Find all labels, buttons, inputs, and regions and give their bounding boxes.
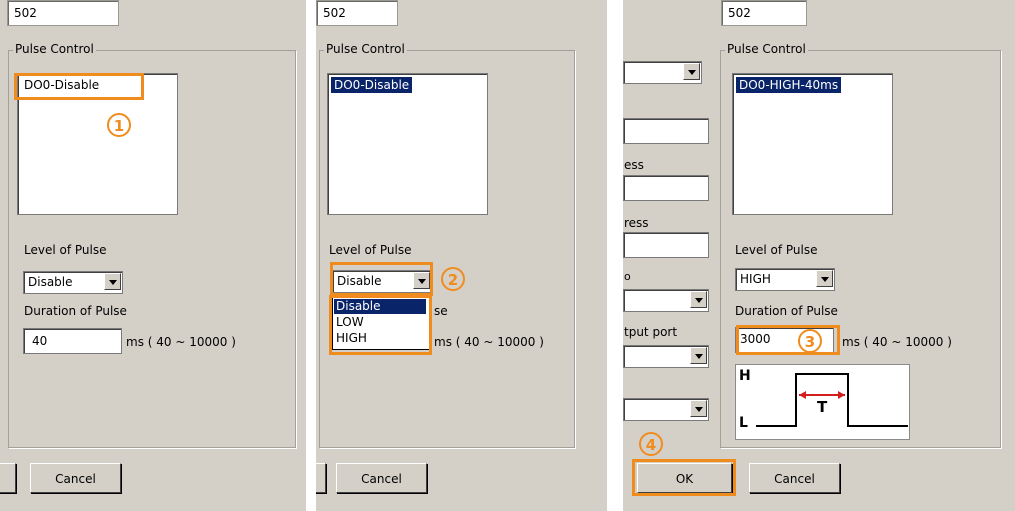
top-value-text: 502 (728, 6, 751, 20)
low-label: L (739, 415, 748, 431)
step-badge-1: 1 (107, 113, 131, 137)
partial-label-3: o (624, 270, 631, 283)
level-of-pulse-label: Level of Pulse (329, 243, 412, 257)
duration-range-text: ms ( 40 ~ 10000 ) (842, 335, 952, 349)
top-value-field[interactable]: 502 (7, 0, 119, 26)
arrow-head-right (838, 391, 845, 399)
chevron-down-icon[interactable] (690, 291, 707, 308)
level-select-value: HIGH (740, 272, 771, 286)
duration-input-value: 40 (32, 334, 48, 348)
duration-input[interactable]: 40 (23, 328, 122, 354)
partial-input-3[interactable] (623, 232, 709, 258)
partial-select-3[interactable] (623, 345, 709, 368)
chevron-down-icon[interactable] (683, 63, 700, 80)
waveform-line (756, 373, 908, 427)
hidden-label-fragment: se (434, 304, 448, 318)
step-badge-3: 3 (798, 329, 822, 353)
duration-range-text: ms ( 40 ~ 10000 ) (434, 335, 544, 349)
level-select-value: Disable (28, 275, 73, 289)
duration-of-pulse-label: Duration of Pulse (735, 304, 838, 318)
group-legend: Pulse Control (13, 42, 96, 56)
top-value-field[interactable]: 502 (721, 0, 807, 26)
top-value-text: 502 (14, 6, 37, 20)
level-of-pulse-label: Level of Pulse (24, 243, 107, 257)
dialog-panel-1: 502 Pulse Control DO0-Disable 1 Level of… (0, 0, 306, 511)
pulse-control-list[interactable]: DO0-HIGH-40ms (732, 73, 893, 215)
top-value-text: 502 (323, 6, 346, 20)
cancel-button[interactable]: Cancel (30, 463, 121, 493)
step-badge-4: 4 (639, 432, 663, 456)
group-legend: Pulse Control (324, 42, 407, 56)
cancel-button[interactable]: Cancel (336, 463, 427, 493)
pulse-control-list[interactable]: DO0-Disable (327, 73, 488, 215)
separator (607, 0, 623, 511)
period-label: T (817, 398, 828, 416)
dialog-panel-2: 502 Pulse Control DO0-Disable Level of P… (316, 0, 607, 511)
partial-label-4: tput port (624, 325, 678, 339)
highlight-box-duration (736, 325, 840, 355)
duration-of-pulse-label: Duration of Pulse (24, 304, 127, 318)
level-of-pulse-select[interactable]: Disable (23, 271, 123, 294)
arrow-head-left (799, 391, 806, 399)
cancel-button[interactable]: Cancel (749, 463, 840, 493)
partial-input-2[interactable] (623, 175, 709, 201)
high-label: H (739, 368, 751, 384)
highlight-box-list-item (14, 73, 144, 100)
partial-select-1[interactable] (623, 61, 702, 84)
level-of-pulse-select[interactable]: HIGH (735, 268, 835, 291)
chevron-down-icon[interactable] (690, 400, 707, 417)
ok-button-partial[interactable] (316, 463, 326, 493)
chevron-down-icon[interactable] (690, 347, 707, 364)
partial-label-2: ress (624, 216, 649, 230)
dialog-panel-3: ess ress o tput port 502 Pulse Control D… (623, 0, 1015, 511)
duration-range-text: ms ( 40 ~ 10000 ) (126, 335, 236, 349)
list-item-selected[interactable]: DO0-Disable (331, 77, 413, 93)
partial-label-1: ess (624, 158, 644, 172)
separator (306, 0, 316, 511)
highlight-box-level-select (330, 262, 433, 296)
step-badge-2: 2 (441, 267, 465, 291)
highlight-box-ok (632, 459, 736, 496)
chevron-down-icon[interactable] (104, 273, 121, 290)
level-of-pulse-label: Level of Pulse (735, 243, 818, 257)
partial-select-2[interactable] (623, 289, 709, 312)
partial-select-4[interactable] (623, 398, 709, 421)
partial-input-1[interactable] (623, 118, 709, 144)
highlight-box-dropdown (329, 295, 432, 355)
pulse-waveform-diagram: H L T (735, 364, 910, 440)
top-value-field[interactable]: 502 (316, 0, 398, 26)
list-item-selected[interactable]: DO0-HIGH-40ms (736, 77, 842, 93)
chevron-down-icon[interactable] (816, 270, 833, 287)
group-legend: Pulse Control (725, 42, 808, 56)
ok-button-partial[interactable] (0, 463, 16, 493)
